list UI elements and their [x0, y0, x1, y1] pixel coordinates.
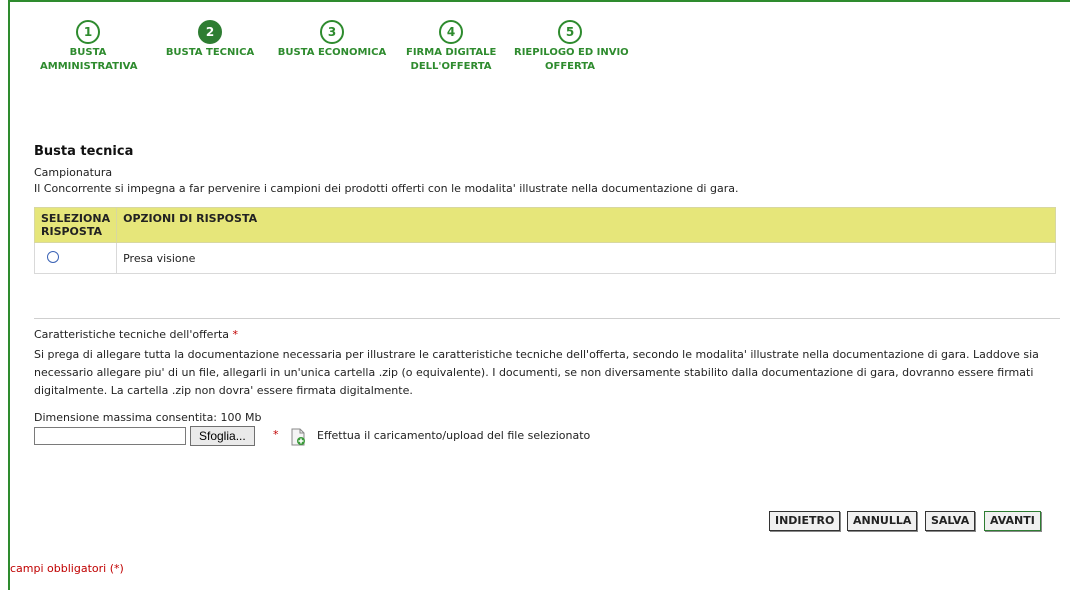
- step-2[interactable]: 2 BUSTA TECNICA: [164, 20, 256, 60]
- max-size-label: Dimensione massima consentita: 100 Mb: [34, 411, 262, 424]
- file-required-mark: *: [273, 428, 279, 441]
- page-title: Busta tecnica: [34, 144, 134, 159]
- tech-label-text: Caratteristiche tecniche dell'offerta: [34, 328, 230, 341]
- step-3[interactable]: 3 BUSTA ECONOMICA: [276, 20, 388, 60]
- step-1-label-line1: BUSTA: [69, 47, 107, 58]
- save-button[interactable]: SALVA: [925, 511, 976, 531]
- step-2-number: 2: [198, 20, 222, 44]
- step-5-label-line2: OFFERTA: [544, 61, 596, 72]
- step-3-label: BUSTA ECONOMICA: [277, 47, 387, 58]
- tech-instructions: Si prega di allegare tutta la documentaz…: [34, 348, 1039, 397]
- presa-visione-radio[interactable]: [47, 250, 59, 263]
- step-4-number: 4: [439, 20, 463, 44]
- col-header-select-line2: RISPOSTA: [41, 225, 102, 238]
- col-header-options: OPZIONI DI RISPOSTA: [116, 207, 1056, 243]
- step-4[interactable]: 4 FIRMA DIGITALE DELL'OFFERTA: [406, 20, 496, 74]
- step-1-number: 1: [76, 20, 100, 44]
- step-3-number: 3: [320, 20, 344, 44]
- option-label: Presa visione: [116, 242, 1056, 274]
- col-header-select: SELEZIONA RISPOSTA: [33, 207, 118, 243]
- upload-link[interactable]: Effettua il caricamento/upload del file …: [317, 429, 590, 442]
- required-mark: *: [232, 328, 239, 341]
- browse-button[interactable]: Sfoglia...: [190, 426, 255, 446]
- radio-cell: [33, 242, 118, 274]
- required-fields-note: campi obbligatori (*): [10, 562, 124, 575]
- main-frame: [8, 0, 1070, 590]
- step-4-label-line1: FIRMA DIGITALE: [406, 47, 497, 58]
- table-row: Presa visione: [33, 242, 1056, 274]
- options-table: SELEZIONA RISPOSTA OPZIONI DI RISPOSTA P…: [33, 207, 1056, 274]
- back-button[interactable]: INDIETRO: [769, 511, 841, 531]
- step-5[interactable]: 5 RIEPILOGO ED INVIO OFFERTA: [514, 20, 629, 74]
- col-header-select-line1: SELEZIONA: [41, 212, 111, 225]
- cancel-button[interactable]: ANNULLA: [847, 511, 918, 531]
- tech-label: Caratteristiche tecniche dell'offerta *: [34, 328, 238, 341]
- document-add-icon[interactable]: [290, 428, 306, 446]
- section-divider: [34, 318, 1060, 319]
- file-path-input[interactable]: [34, 427, 186, 445]
- section-description: Il Concorrente si impegna a far pervenir…: [34, 182, 739, 195]
- step-2-label: BUSTA TECNICA: [165, 47, 255, 58]
- step-5-number: 5: [558, 20, 582, 44]
- section-subtitle: Campionatura: [34, 166, 113, 179]
- step-5-label-line1: RIEPILOGO ED INVIO: [514, 47, 629, 58]
- step-1[interactable]: 1 BUSTA AMMINISTRATIVA: [40, 20, 138, 74]
- step-4-label-line2: DELL'OFFERTA: [410, 61, 492, 72]
- next-button[interactable]: AVANTI: [984, 511, 1041, 531]
- step-1-label-line2: AMMINISTRATIVA: [40, 61, 138, 72]
